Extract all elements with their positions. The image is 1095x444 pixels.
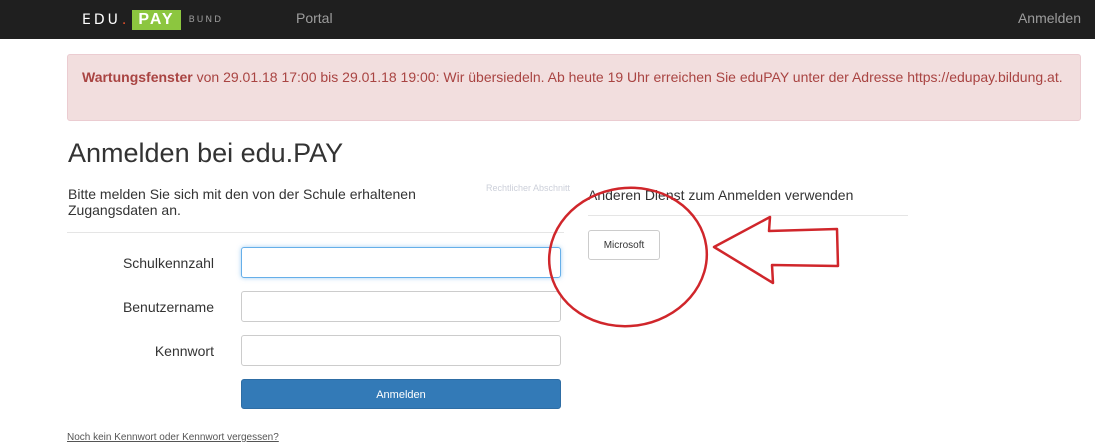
alternative-login-title: Anderen Dienst zum Anmelden verwenden xyxy=(588,187,854,203)
alert-text: von 29.01.18 17:00 bis 29.01.18 19:00: W… xyxy=(192,69,1063,85)
form-divider xyxy=(67,232,564,233)
edupay-logo[interactable]: EDU . PAY BUND xyxy=(82,10,224,30)
school-id-input[interactable] xyxy=(241,247,561,278)
alert-title: Wartungsfenster xyxy=(82,69,193,85)
top-navbar: EDU . PAY BUND Portal Anmelden xyxy=(0,0,1095,39)
login-submit-button[interactable]: Anmelden xyxy=(241,379,561,409)
login-intro-text: Bitte melden Sie sich mit den von der Sc… xyxy=(68,186,416,218)
username-label: Benutzername xyxy=(122,299,214,315)
microsoft-login-button[interactable]: Microsoft xyxy=(588,230,660,260)
password-label: Kennwort xyxy=(154,343,214,359)
forgot-password-link[interactable]: Noch kein Kennwort oder Kennwort vergess… xyxy=(67,432,279,443)
alternative-divider xyxy=(588,215,908,216)
logo-edu-text: EDU xyxy=(82,12,121,28)
username-input[interactable] xyxy=(241,291,561,322)
logo-dot: . xyxy=(121,11,127,28)
page-title: Anmelden bei edu.PAY xyxy=(68,138,344,168)
faded-overlay-label: Rechtlicher Abschnitt xyxy=(486,183,571,193)
logo-bund-text: BUND xyxy=(188,15,224,25)
maintenance-alert: Wartungsfenster von 29.01.18 17:00 bis 2… xyxy=(67,54,1081,121)
nav-portal-link[interactable]: Portal xyxy=(296,10,333,26)
logo-pay-text: PAY xyxy=(132,10,181,30)
school-id-label: Schulkennzahl xyxy=(122,255,214,271)
red-arrow-icon xyxy=(712,215,840,285)
nav-login-link[interactable]: Anmelden xyxy=(1018,10,1081,26)
password-input[interactable] xyxy=(241,335,561,366)
